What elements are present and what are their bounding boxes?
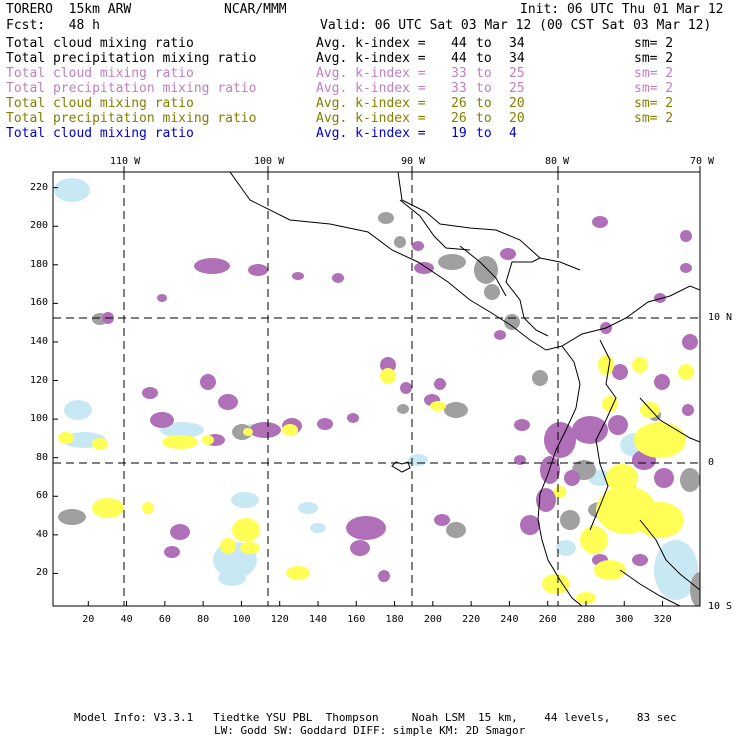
x-tick-label: 220: [462, 614, 481, 625]
x-tick-label: 160: [347, 614, 366, 625]
y-tick-label: 120: [30, 374, 49, 386]
y-tick-label: 80: [36, 451, 49, 463]
x-tick-label: 20: [82, 614, 95, 625]
lon-label-90w: 90 W: [401, 156, 426, 167]
x-tick-label: 40: [120, 614, 133, 625]
y-tick-label: 180: [30, 258, 49, 270]
weather-map: [52, 166, 701, 607]
y-tick-label: 140: [30, 335, 49, 347]
x-tick-label: 100: [232, 614, 251, 625]
y-tick-label: 200: [30, 220, 49, 232]
lat-label-0: 0: [708, 457, 715, 468]
y-tick-label: 60: [36, 490, 49, 502]
y-tick-label: 20: [36, 567, 49, 579]
lat-label-10n: 10 N: [708, 312, 733, 323]
x-tick-label: 320: [653, 614, 672, 625]
lat-label-10s: 10 S: [708, 601, 733, 612]
y-tick-label: 220: [30, 181, 49, 193]
lon-label-110w: 110 W: [110, 156, 141, 167]
x-tick-label: 260: [538, 614, 557, 625]
x-tick-label: 300: [615, 614, 634, 625]
coastline: [229, 172, 700, 606]
x-tick-label: 120: [270, 614, 289, 625]
lon-label-100w: 100 W: [254, 156, 285, 167]
model-info: Model Info: V3.3.1 Tiedtke YSU PBL Thomp…: [74, 711, 677, 724]
x-tick-label: 280: [576, 614, 596, 625]
x-tick-label: 80: [197, 614, 210, 625]
lon-label-70w: 70 W: [690, 156, 715, 167]
y-tick-label: 40: [36, 528, 49, 540]
lon-label-80w: 80 W: [545, 156, 570, 167]
y-tick-label: 100: [30, 413, 49, 425]
x-tick-label: 240: [500, 614, 519, 625]
x-tick-label: 180: [385, 614, 404, 625]
y-tick-label: 160: [30, 297, 49, 309]
x-tick-label: 60: [158, 614, 171, 625]
model-physics: LW: Godd SW: Goddard DIFF: simple KM: 2D…: [214, 724, 526, 737]
x-tick-label: 200: [423, 614, 442, 625]
x-tick-label: 140: [308, 614, 328, 625]
